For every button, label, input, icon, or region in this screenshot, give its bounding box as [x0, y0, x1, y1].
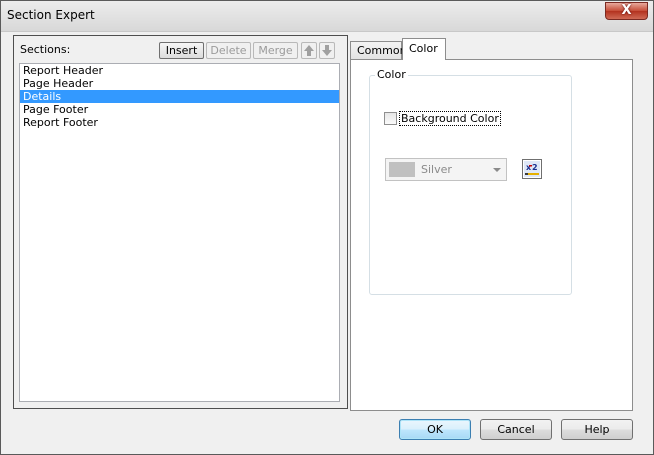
cancel-button[interactable]: Cancel: [480, 419, 552, 440]
background-color-checkbox[interactable]: [384, 112, 397, 125]
tab-common[interactable]: Common: [350, 41, 407, 59]
merge-button-label: Merge: [258, 44, 293, 57]
delete-button-label: Delete: [210, 44, 247, 57]
arrow-up-icon: [304, 45, 314, 56]
list-item[interactable]: Report Footer: [20, 116, 339, 129]
list-item[interactable]: Details: [20, 90, 339, 103]
sections-listbox[interactable]: Report Header Page Header Details Page F…: [19, 63, 340, 402]
list-item[interactable]: Page Footer: [20, 103, 339, 116]
help-button-label: Help: [584, 423, 610, 436]
close-button[interactable]: X: [605, 2, 648, 20]
formula-x2-icon: x 2: [524, 161, 540, 177]
color-dropdown-value: Silver: [421, 163, 452, 176]
section-expert-dialog: Section Expert X Sections: Insert Delete…: [0, 0, 654, 455]
color-group-label: Color: [375, 68, 408, 81]
color-dropdown[interactable]: Silver: [385, 158, 507, 181]
formula-button[interactable]: x 2: [522, 159, 542, 179]
window-title: Section Expert: [7, 8, 95, 22]
list-item[interactable]: Report Header: [20, 64, 339, 77]
move-up-button[interactable]: [301, 42, 317, 59]
background-color-label[interactable]: Background Color: [399, 111, 501, 126]
arrow-down-icon: [322, 45, 332, 56]
color-groupbox: Color Background Color Silver x 2: [369, 68, 572, 295]
insert-button-label: Insert: [165, 44, 198, 57]
ok-button-label: OK: [427, 423, 443, 436]
svg-text:2: 2: [532, 163, 538, 172]
delete-button[interactable]: Delete: [206, 42, 251, 59]
title-bar[interactable]: Section Expert X: [1, 1, 653, 32]
sections-label: Sections:: [20, 43, 71, 56]
close-icon: X: [621, 3, 632, 18]
cancel-button-label: Cancel: [497, 423, 535, 436]
list-item[interactable]: Page Header: [20, 77, 339, 90]
insert-button[interactable]: Insert: [159, 42, 204, 59]
sections-panel: Sections: Insert Delete Merge Report Hea…: [13, 35, 348, 409]
merge-button[interactable]: Merge: [253, 42, 298, 59]
color-tab-panel: Color Background Color Silver x 2: [350, 59, 633, 411]
chevron-down-icon: [493, 168, 501, 172]
ok-button[interactable]: OK: [399, 419, 471, 440]
color-swatch: [389, 162, 415, 177]
tab-color[interactable]: Color: [402, 38, 446, 60]
help-button[interactable]: Help: [561, 419, 633, 440]
move-down-button[interactable]: [319, 42, 335, 59]
